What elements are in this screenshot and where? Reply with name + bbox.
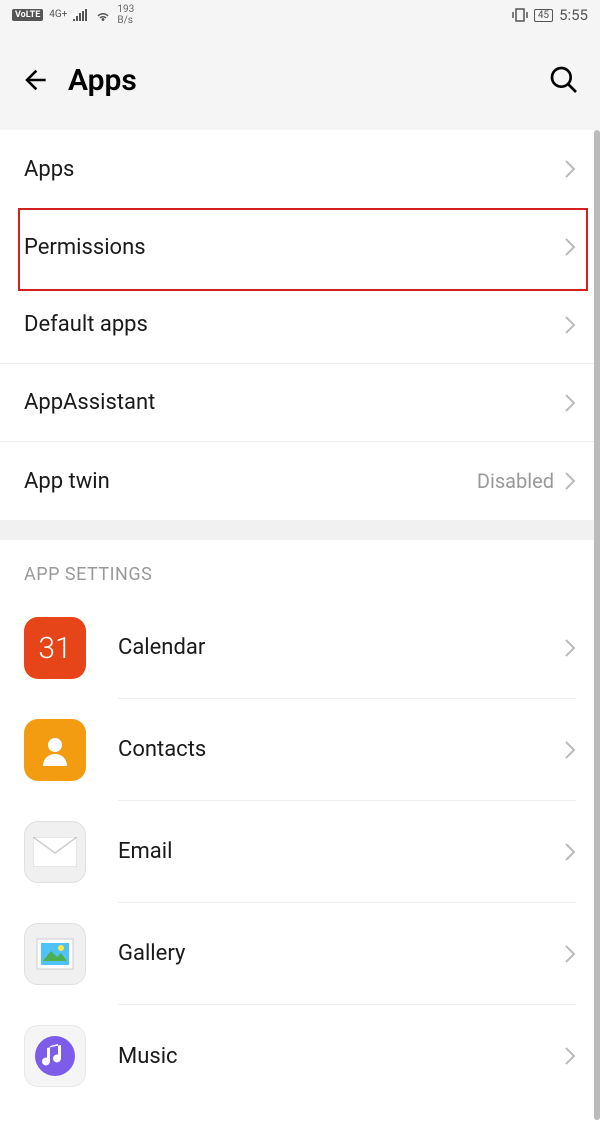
vibrate-icon: [512, 8, 528, 22]
volte-badge: VoLTE: [12, 9, 43, 21]
setting-permissions[interactable]: Permissions: [0, 208, 600, 286]
app-header: Apps: [0, 30, 600, 130]
app-music[interactable]: Music: [0, 1005, 600, 1107]
setting-label: App twin: [24, 469, 110, 494]
app-gallery[interactable]: Gallery: [0, 903, 600, 1005]
music-icon: [24, 1025, 86, 1087]
app-label: Contacts: [118, 737, 564, 762]
setting-app-assistant[interactable]: AppAssistant: [0, 364, 600, 442]
time-display: 5:55: [559, 6, 588, 24]
chevron-right-icon: [564, 315, 576, 335]
email-icon: [24, 821, 86, 883]
setting-label: Permissions: [24, 235, 146, 260]
setting-label: Default apps: [24, 312, 148, 337]
app-label: Music: [118, 1044, 564, 1069]
chevron-right-icon: [564, 1046, 576, 1066]
app-calendar[interactable]: 31 Calendar: [0, 597, 600, 699]
chevron-right-icon: [564, 944, 576, 964]
gallery-icon: [24, 923, 86, 985]
setting-app-twin[interactable]: App twin Disabled: [0, 442, 600, 520]
calendar-icon: 31: [24, 617, 86, 679]
chevron-right-icon: [564, 471, 576, 491]
setting-apps[interactable]: Apps: [0, 130, 600, 208]
section-divider: [0, 520, 600, 540]
network-indicator: 4G+: [49, 10, 67, 20]
contacts-icon: [24, 719, 86, 781]
content-area: Apps Permissions Default apps AppAssista…: [0, 130, 600, 1107]
wifi-icon: [95, 9, 111, 21]
app-label: Calendar: [118, 635, 564, 660]
data-rate: 193 B/s: [117, 4, 134, 26]
chevron-right-icon: [564, 393, 576, 413]
section-header: APP SETTINGS: [0, 540, 600, 597]
app-email[interactable]: Email: [0, 801, 600, 903]
chevron-right-icon: [564, 638, 576, 658]
setting-value: Disabled: [477, 469, 554, 493]
status-bar: VoLTE 4G+ 193 B/s 45 5:55: [0, 0, 600, 30]
app-label: Gallery: [118, 941, 564, 966]
chevron-right-icon: [564, 740, 576, 760]
back-button[interactable]: [20, 66, 48, 94]
setting-label: AppAssistant: [24, 390, 155, 415]
app-label: Email: [118, 839, 564, 864]
scrollbar[interactable]: [594, 130, 600, 1120]
setting-default-apps[interactable]: Default apps: [0, 286, 600, 364]
search-icon[interactable]: [548, 64, 580, 96]
page-title: Apps: [68, 63, 528, 98]
chevron-right-icon: [564, 159, 576, 179]
signal-icon: [73, 9, 89, 21]
chevron-right-icon: [564, 842, 576, 862]
battery-indicator: 45: [534, 9, 553, 22]
app-contacts[interactable]: Contacts: [0, 699, 600, 801]
setting-label: Apps: [24, 157, 74, 182]
chevron-right-icon: [564, 237, 576, 257]
